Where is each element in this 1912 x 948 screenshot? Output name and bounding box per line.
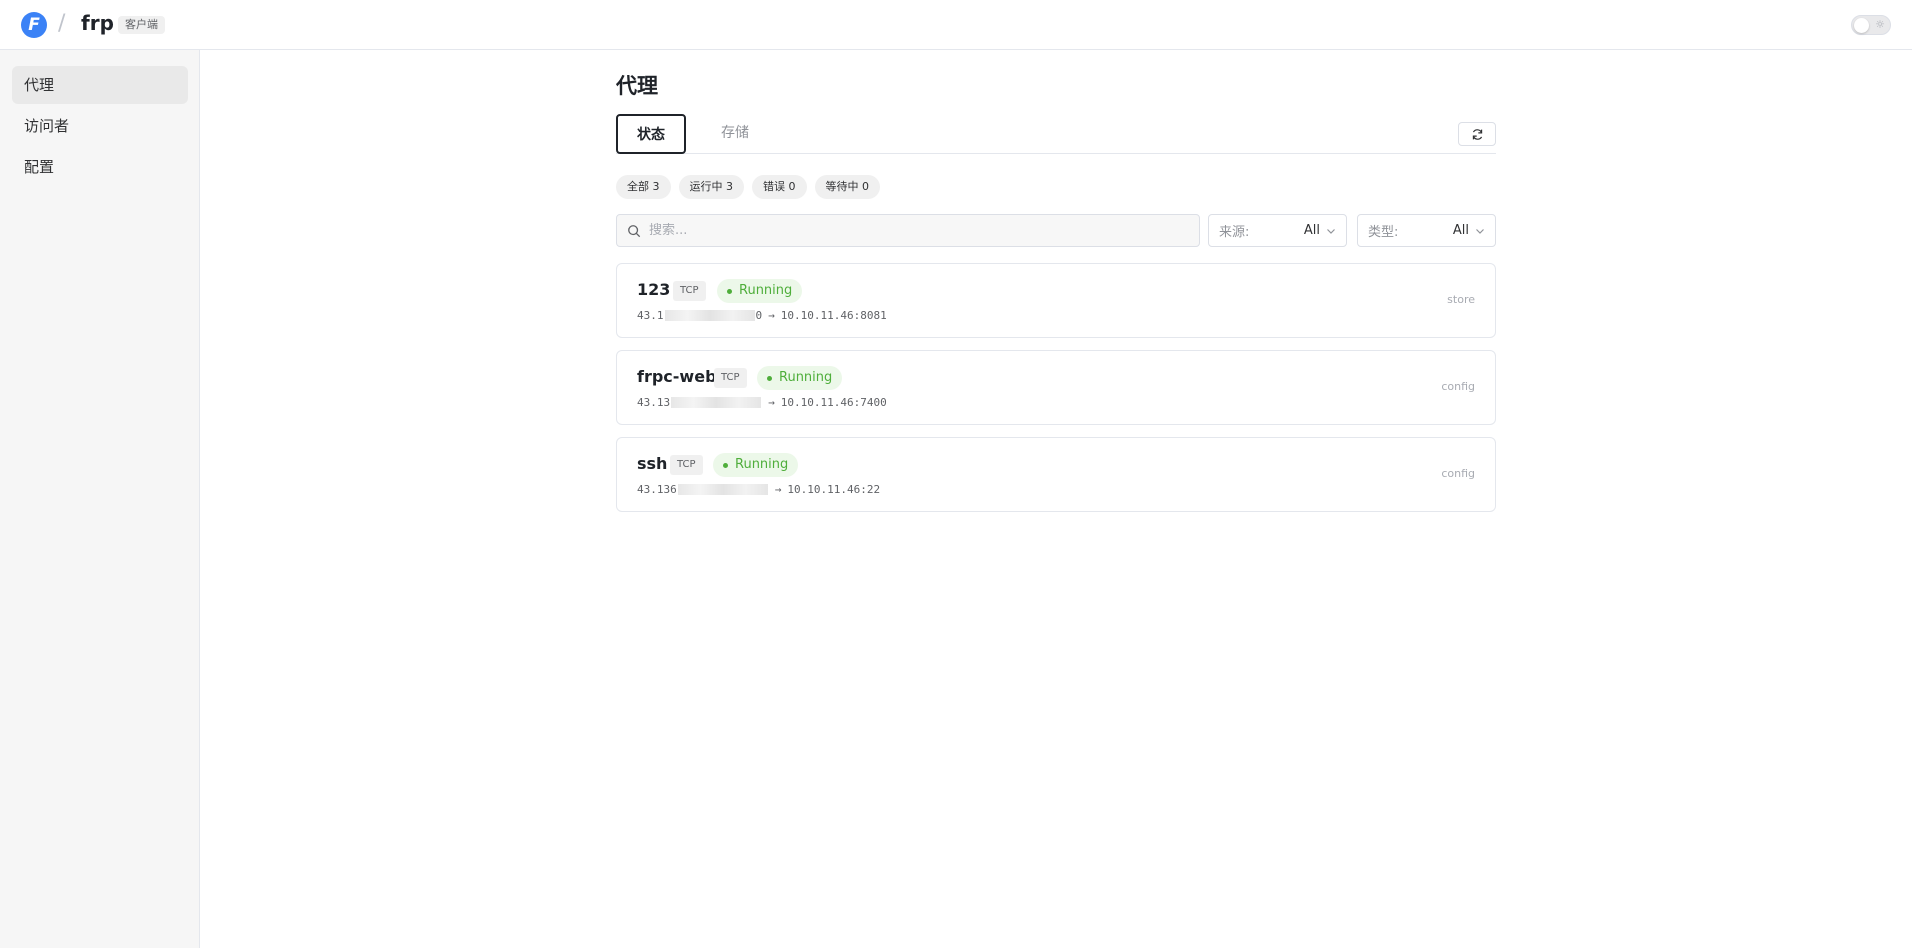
status-dot-icon [767, 375, 772, 381]
refresh-button[interactable] [1458, 122, 1496, 146]
status-dot-icon [727, 288, 732, 294]
chevron-down-icon [1476, 228, 1484, 234]
theme-toggle-knob [1854, 18, 1869, 33]
proxy-address: 43.1 0 → 10.10.11.46:8081 [637, 309, 887, 322]
sidebar-item-proxies[interactable]: 代理 [12, 66, 188, 104]
proxy-name: frpc-web [637, 367, 717, 386]
status-text: Running [779, 370, 833, 385]
type-select-label: 类型: [1368, 225, 1399, 240]
local-address: 10.10.11.46:22 [787, 483, 881, 496]
header-separator: / [58, 11, 66, 36]
tab-bar: 状态 存储 [616, 114, 1496, 154]
type-select[interactable]: 类型: All [1357, 214, 1496, 247]
search-icon [628, 224, 641, 237]
proxy-source: config [1441, 467, 1475, 480]
local-address: 10.10.11.46:8081 [780, 309, 887, 322]
proxy-name: 123 [637, 280, 671, 299]
filter-error[interactable]: 错误 0 [752, 175, 807, 199]
frp-logo-icon[interactable]: F [21, 12, 47, 38]
sidebar-item-config[interactable]: 配置 [12, 148, 188, 186]
proxy-type-badge: TCP [670, 455, 703, 475]
refresh-icon [1472, 128, 1482, 140]
proxy-type-badge: TCP [673, 281, 706, 301]
sidebar-item-visitors[interactable]: 访问者 [12, 107, 188, 145]
filter-all[interactable]: 全部 3 [616, 175, 671, 199]
status-text: Running [735, 457, 789, 472]
proxy-source: store [1447, 293, 1475, 306]
source-select-label: 来源: [1219, 225, 1250, 240]
top-header: F / frp 客户端 ☼ [0, 0, 1912, 50]
tab-status[interactable]: 状态 [616, 114, 686, 154]
type-select-value: All [1452, 223, 1469, 238]
proxy-address: 43.136 → 10.10.11.46:22 [637, 483, 880, 496]
status-text: Running [739, 283, 793, 298]
arrow-icon: → [768, 309, 775, 322]
tab-store[interactable]: 存储 [701, 114, 769, 154]
proxy-card[interactable]: 123 TCP Running 43.1 0 → 10.10.11.46:808… [616, 263, 1496, 338]
status-badge: Running [713, 453, 799, 477]
proxy-source: config [1441, 380, 1475, 393]
remote-address: 43.13 [637, 396, 671, 409]
status-badge: Running [757, 366, 843, 390]
theme-toggle[interactable]: ☼ [1851, 15, 1891, 35]
source-select[interactable]: 来源: All [1208, 214, 1347, 247]
page-title: 代理 [616, 74, 658, 98]
remote-address-suffix: 0 [755, 309, 763, 322]
arrow-icon: → [768, 396, 775, 409]
search-box [616, 214, 1200, 247]
remote-address: 43.136 [637, 483, 677, 496]
remote-address: 43.1 [637, 309, 664, 322]
redacted-address [677, 484, 768, 495]
source-select-value: All [1303, 223, 1320, 238]
sun-icon: ☼ [1875, 18, 1885, 31]
proxy-type-badge: TCP [714, 368, 747, 388]
app-badge: 客户端 [118, 16, 165, 34]
app-name[interactable]: frp [81, 11, 114, 35]
redacted-address [671, 397, 762, 408]
status-filters: 全部 3 运行中 3 错误 0 等待中 0 [616, 175, 880, 199]
status-dot-icon [723, 462, 728, 468]
proxy-card[interactable]: frpc-web TCP Running 43.13 → 10.10.11.46… [616, 350, 1496, 425]
arrow-icon: → [774, 483, 782, 496]
filter-running[interactable]: 运行中 3 [678, 175, 744, 199]
redacted-address [664, 310, 755, 321]
filter-pending[interactable]: 等待中 0 [814, 175, 880, 199]
local-address: 10.10.11.46:7400 [780, 396, 887, 409]
proxy-name: ssh [637, 454, 668, 473]
proxy-address: 43.13 → 10.10.11.46:7400 [637, 396, 887, 409]
chevron-down-icon [1327, 228, 1335, 234]
status-badge: Running [717, 279, 803, 303]
proxy-card[interactable]: ssh TCP Running 43.136 → 10.10.11.46:22 … [616, 437, 1496, 512]
sidebar: 代理 访问者 配置 [0, 50, 200, 948]
search-input[interactable] [649, 223, 1189, 238]
